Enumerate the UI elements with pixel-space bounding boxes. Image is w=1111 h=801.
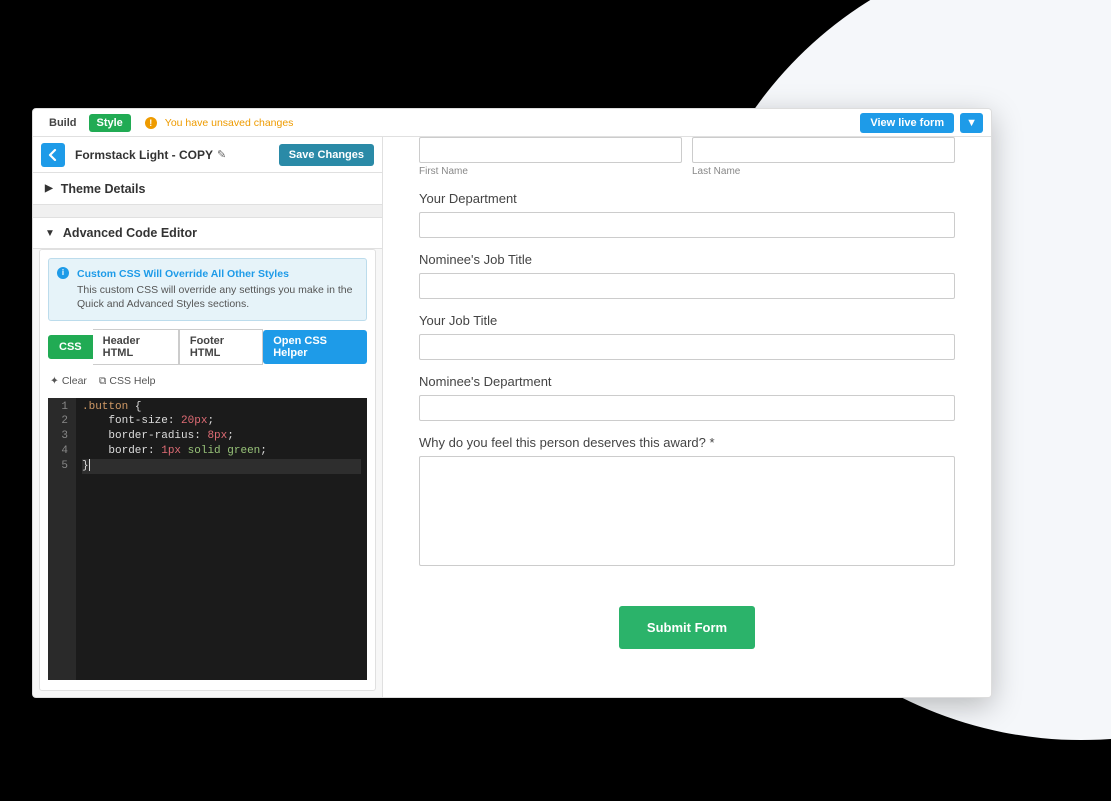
info-title: Custom CSS Will Override All Other Style… <box>77 267 356 281</box>
sidebar: Formstack Light - COPY ✎ Save Changes ▶ … <box>33 137 383 697</box>
nominee-job-title-label: Nominee's Job Title <box>419 252 955 267</box>
panel-header: Formstack Light - COPY ✎ Save Changes <box>33 137 382 173</box>
view-live-form-button[interactable]: View live form <box>860 113 954 133</box>
top-bar: Build Style ! You have unsaved changes V… <box>33 109 991 137</box>
your-department-label: Your Department <box>419 191 955 206</box>
css-help-button[interactable]: ⧉ CSS Help <box>99 375 156 388</box>
view-live-form-dropdown[interactable]: ▼ <box>960 113 983 133</box>
chevron-right-icon: ▶ <box>45 183 53 194</box>
chevron-down-icon: ▼ <box>45 228 55 239</box>
info-box: i Custom CSS Will Override All Other Sty… <box>48 258 367 321</box>
first-name-sublabel: First Name <box>419 166 682 177</box>
line-gutter: 12345 <box>48 398 76 680</box>
info-body: This custom CSS will override any settin… <box>77 284 352 310</box>
form-preview: First Name Last Name Your Department Nom… <box>383 137 991 697</box>
unsaved-warning: You have unsaved changes <box>165 117 294 129</box>
nominee-job-title-input[interactable] <box>419 273 955 299</box>
back-button[interactable] <box>41 143 65 167</box>
why-award-textarea[interactable] <box>419 456 955 566</box>
nominee-department-input[interactable] <box>419 395 955 421</box>
advanced-code-label: Advanced Code Editor <box>63 226 197 240</box>
main-area: Formstack Light - COPY ✎ Save Changes ▶ … <box>33 137 991 697</box>
code-tabs: CSS Header HTML Footer HTML Open CSS Hel… <box>40 329 375 371</box>
warning-icon: ! <box>145 117 157 129</box>
build-tab[interactable]: Build <box>41 114 85 132</box>
chevron-left-icon <box>47 149 59 161</box>
your-department-input[interactable] <box>419 212 955 238</box>
first-name-input[interactable] <box>419 137 682 163</box>
editor-panel: i Custom CSS Will Override All Other Sty… <box>39 249 376 691</box>
footer-html-tab[interactable]: Footer HTML <box>179 329 263 365</box>
last-name-sublabel: Last Name <box>692 166 955 177</box>
css-tab[interactable]: CSS <box>48 335 93 359</box>
code-lines[interactable]: .button { font-size: 20px; border-radius… <box>76 398 367 680</box>
submit-form-button[interactable]: Submit Form <box>619 606 755 649</box>
edit-title-icon[interactable]: ✎ <box>217 148 226 161</box>
save-changes-button[interactable]: Save Changes <box>279 144 374 166</box>
info-icon: i <box>57 267 69 279</box>
theme-title: Formstack Light - COPY <box>75 148 213 162</box>
editor-tools: ✦ Clear ⧉ CSS Help <box>40 371 375 392</box>
app-window: Build Style ! You have unsaved changes V… <box>32 108 992 698</box>
your-job-title-label: Your Job Title <box>419 313 955 328</box>
header-html-tab[interactable]: Header HTML <box>93 329 179 365</box>
last-name-input[interactable] <box>692 137 955 163</box>
open-css-helper-button[interactable]: Open CSS Helper <box>263 330 367 364</box>
your-job-title-input[interactable] <box>419 334 955 360</box>
theme-details-accordion[interactable]: ▶ Theme Details <box>33 173 382 205</box>
nominee-department-label: Nominee's Department <box>419 374 955 389</box>
css-code-editor[interactable]: 12345 .button { font-size: 20px; border-… <box>48 398 367 680</box>
theme-details-label: Theme Details <box>61 182 146 196</box>
advanced-code-accordion[interactable]: ▼ Advanced Code Editor <box>33 217 382 249</box>
clear-button[interactable]: ✦ Clear <box>50 375 87 387</box>
style-tab[interactable]: Style <box>89 114 131 132</box>
why-award-label: Why do you feel this person deserves thi… <box>419 435 955 450</box>
